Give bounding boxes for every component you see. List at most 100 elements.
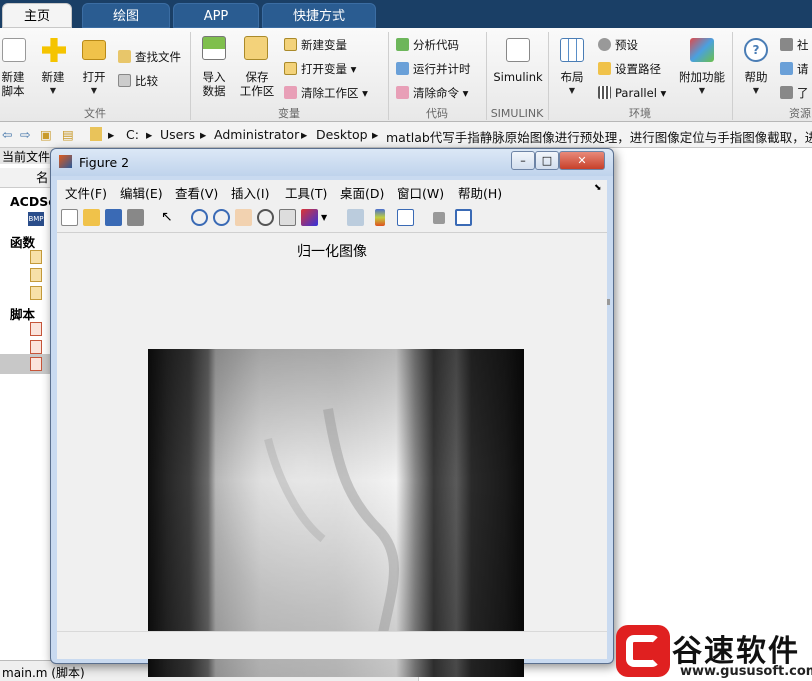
simulink-icon xyxy=(506,38,530,62)
tab-bar: 主页 绘图 APP 快捷方式 xyxy=(0,0,812,28)
minimize-button[interactable]: – xyxy=(511,151,535,170)
new-variable-icon xyxy=(284,38,297,51)
open-variable-button[interactable]: 打开变量 ▾ xyxy=(284,62,356,76)
path-segment[interactable]: Administrator xyxy=(214,127,299,142)
menu-window[interactable]: 窗口(W) xyxy=(397,183,444,202)
function-file-icon[interactable] xyxy=(30,268,42,282)
pan-hand-icon[interactable] xyxy=(235,209,252,226)
open-file-icon[interactable] xyxy=(83,209,100,226)
new-variable-button[interactable]: 新建变量 xyxy=(284,38,347,52)
script-file-icon[interactable] xyxy=(30,340,42,354)
zoom-in-icon[interactable] xyxy=(191,209,208,226)
figure-canvas[interactable]: 归一化图像 xyxy=(57,233,610,677)
chevron-down-icon[interactable]: ▼ xyxy=(321,209,329,226)
panel-title: 当前文件 xyxy=(0,148,56,164)
menu-help[interactable]: 帮助(H) xyxy=(458,183,502,202)
script-file-icon[interactable] xyxy=(30,357,42,371)
new-button[interactable]: 新建 ▼ xyxy=(36,70,70,98)
path-segment[interactable]: C: xyxy=(126,127,139,142)
menu-file[interactable]: 文件(F) xyxy=(65,183,107,202)
menu-insert[interactable]: 插入(I) xyxy=(231,183,269,202)
path-segment[interactable]: matlab代写手指静脉原始图像进行预处理，进行图像定位与手指图像截取，进行 xyxy=(386,127,812,146)
save-icon[interactable] xyxy=(105,209,122,226)
preferences-button[interactable]: 预设 xyxy=(598,38,638,52)
community-icon xyxy=(780,38,793,51)
path-segment[interactable]: Desktop xyxy=(316,127,368,142)
new-figure-icon[interactable] xyxy=(61,209,78,226)
clear-commands-button[interactable]: 清除命令 ▾ xyxy=(396,86,468,100)
clear-workspace-icon xyxy=(284,86,297,99)
dock-arrow-icon[interactable]: ⬊ xyxy=(594,183,602,193)
run-and-time-button[interactable]: 运行并计时 xyxy=(396,62,471,76)
group-variable-label: 变量 xyxy=(278,107,300,120)
menu-tools[interactable]: 工具(T) xyxy=(285,183,327,202)
select-arrow-icon[interactable]: ↖ xyxy=(161,209,178,226)
menu-view[interactable]: 查看(V) xyxy=(175,183,218,202)
function-file-icon[interactable] xyxy=(30,286,42,300)
save-workspace-button[interactable]: 保存 工作区 xyxy=(238,70,276,98)
tab-shortcuts[interactable]: 快捷方式 xyxy=(262,3,376,28)
path-segment[interactable]: Users xyxy=(160,127,195,142)
close-button[interactable]: ✕ xyxy=(559,151,605,170)
menu-desktop[interactable]: 桌面(D) xyxy=(340,183,384,202)
layout-button[interactable]: 布局 ▼ xyxy=(554,70,590,98)
open-button[interactable]: 打开 ▼ xyxy=(78,70,110,98)
maximize-button[interactable]: □ xyxy=(535,151,559,170)
selected-row[interactable] xyxy=(0,354,56,374)
compare-button[interactable]: 比较 xyxy=(118,74,158,88)
figure-title-bar[interactable]: Figure 2 – □ ✕ xyxy=(51,149,613,176)
community-button[interactable]: 社 xyxy=(780,38,809,52)
up-folder-icon[interactable]: ▣ xyxy=(40,127,52,142)
parallel-button[interactable]: Parallel ▾ xyxy=(598,86,666,100)
scripts-node[interactable]: 脚本 xyxy=(10,304,35,323)
figure-window: Figure 2 – □ ✕ 文件(F) 编辑(E) 查看(V) 插入(I) 工… xyxy=(50,148,614,677)
group-resources-label: 资源 xyxy=(789,107,811,120)
name-column-header[interactable]: 名 xyxy=(0,168,56,188)
parallel-icon xyxy=(598,86,611,99)
tab-home[interactable]: 主页 xyxy=(2,3,72,28)
data-cursor-icon[interactable] xyxy=(279,209,296,226)
find-files-button[interactable]: 查找文件 xyxy=(118,50,181,64)
new-plus-icon xyxy=(42,38,66,62)
simulink-button[interactable]: Simulink xyxy=(490,70,546,84)
learn-matlab-button[interactable]: 了 xyxy=(780,86,809,100)
normalized-finger-vein-image xyxy=(148,349,524,677)
colorbar-icon[interactable] xyxy=(375,209,385,226)
find-files-icon xyxy=(118,50,131,63)
tab-apps[interactable]: APP xyxy=(173,3,259,28)
import-data-button[interactable]: 导入 数据 xyxy=(196,70,232,98)
brush-icon[interactable] xyxy=(301,209,318,226)
group-file-label: 文件 xyxy=(84,107,106,120)
help-icon: ? xyxy=(744,38,768,62)
menu-edit[interactable]: 编辑(E) xyxy=(120,183,163,202)
help-button[interactable]: 帮助 ▼ xyxy=(738,70,774,98)
forward-arrow-icon[interactable]: ⇨ xyxy=(20,127,30,142)
script-file-icon[interactable] xyxy=(30,322,42,336)
current-folder-panel: 当前文件 名 ACDSe BMP 函数 脚本 xyxy=(0,148,57,681)
compare-icon xyxy=(118,74,131,87)
browse-folder-icon[interactable]: ▤ xyxy=(62,127,74,142)
back-arrow-icon[interactable]: ⇦ xyxy=(2,127,12,142)
open-variable-icon xyxy=(284,62,297,75)
analyze-code-button[interactable]: 分析代码 xyxy=(396,38,459,52)
hide-plot-tools-icon[interactable] xyxy=(433,212,445,224)
link-plot-icon[interactable] xyxy=(347,209,364,226)
tab-plots[interactable]: 绘图 xyxy=(82,3,170,28)
run-time-icon xyxy=(396,62,409,75)
new-script-button[interactable]: 新建 脚本 xyxy=(0,70,26,98)
set-path-button[interactable]: 设置路径 xyxy=(598,62,661,76)
functions-node[interactable]: 函数 xyxy=(10,232,35,251)
watermark-url: www.gususoft.com xyxy=(680,664,812,679)
rotate-3d-icon[interactable] xyxy=(257,209,274,226)
save-workspace-icon xyxy=(244,36,268,60)
request-support-button[interactable]: 请 xyxy=(780,62,809,76)
clear-workspace-button[interactable]: 清除工作区 ▾ xyxy=(284,86,368,100)
show-plot-tools-icon[interactable] xyxy=(455,209,472,226)
add-ons-button[interactable]: 附加功能 ▼ xyxy=(676,70,728,98)
print-icon[interactable] xyxy=(127,209,144,226)
file-details-label: main.m (脚本) xyxy=(2,666,85,680)
function-file-icon[interactable] xyxy=(30,250,42,264)
zoom-out-icon[interactable] xyxy=(213,209,230,226)
legend-icon[interactable] xyxy=(397,209,414,226)
bmp-file-icon[interactable]: BMP xyxy=(28,212,44,226)
